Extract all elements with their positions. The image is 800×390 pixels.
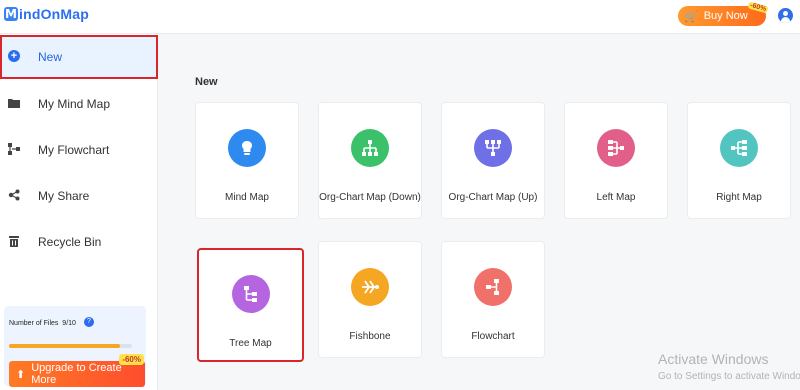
left-map-icon xyxy=(597,129,635,167)
right-map-icon xyxy=(720,129,758,167)
file-count-text: Number of Files 9/10 xyxy=(9,320,76,327)
sidebar-item-my-share[interactable]: My Share xyxy=(0,174,158,218)
upload-arrow-icon: ⬆ xyxy=(16,368,26,381)
tree-map-icon xyxy=(231,275,270,313)
sidebar: + New My Mind Map My Flowchart My Share … xyxy=(0,34,158,390)
activate-windows-subtitle: Go to Settings to activate Windows. xyxy=(658,371,800,382)
fishbone-icon xyxy=(351,268,389,306)
template-card-mind-map[interactable]: Mind Map xyxy=(195,102,299,219)
top-header: M indOnMap 🛒 Buy Now -60% xyxy=(0,0,800,34)
plus-circle-icon: + xyxy=(8,50,22,64)
upgrade-label: Upgrade to Create More xyxy=(31,362,122,386)
template-card-org-chart-down[interactable]: Org-Chart Map (Down) xyxy=(318,102,422,219)
logo-mark: M xyxy=(4,7,18,21)
template-label: Org-Chart Map (Down) xyxy=(319,192,421,203)
app-logo[interactable]: M indOnMap xyxy=(4,6,89,22)
sidebar-item-my-mind-map[interactable]: My Mind Map xyxy=(0,82,158,126)
template-label: Tree Map xyxy=(229,338,272,349)
template-label: Right Map xyxy=(716,192,762,203)
template-card-org-chart-up[interactable]: Org-Chart Map (Up) xyxy=(441,102,545,219)
discount-badge: -60% xyxy=(119,354,144,365)
cart-icon: 🛒 xyxy=(684,10,698,23)
file-quota-progress xyxy=(9,344,132,348)
sidebar-item-my-flowchart[interactable]: My Flowchart xyxy=(0,128,158,172)
activate-windows-title: Activate Windows xyxy=(658,351,769,367)
trash-icon xyxy=(8,235,22,249)
template-label: Left Map xyxy=(596,192,636,203)
org-chart-down-icon xyxy=(351,129,389,167)
template-label: Fishbone xyxy=(349,331,391,342)
buy-now-label: Buy Now xyxy=(703,10,748,22)
org-chart-up-icon xyxy=(474,129,512,167)
help-icon[interactable]: ? xyxy=(84,317,94,327)
share-icon xyxy=(8,189,22,203)
sidebar-item-label: My Flowchart xyxy=(38,143,110,157)
sidebar-item-label: My Share xyxy=(38,189,90,203)
template-card-left-map[interactable]: Left Map xyxy=(564,102,668,219)
folder-icon xyxy=(8,97,22,111)
sidebar-item-recycle-bin[interactable]: Recycle Bin xyxy=(0,220,158,264)
buy-now-button[interactable]: 🛒 Buy Now -60% xyxy=(678,1,769,26)
file-quota-panel: Number of Files 9/10 ? ⬆ Upgrade to Crea… xyxy=(4,306,146,387)
file-quota-progress-fill xyxy=(9,344,120,348)
template-label: Mind Map xyxy=(225,192,269,203)
template-card-tree-map[interactable]: Tree Map xyxy=(197,248,304,362)
template-card-right-map[interactable]: Right Map xyxy=(687,102,791,219)
flowchart-icon xyxy=(474,268,512,306)
sidebar-item-label: New xyxy=(38,50,63,64)
logo-text: indOnMap xyxy=(19,6,90,22)
brain-icon xyxy=(228,129,266,167)
user-avatar-icon[interactable] xyxy=(778,8,793,23)
sidebar-item-new[interactable]: + New xyxy=(0,35,158,79)
template-card-flowchart[interactable]: Flowchart xyxy=(441,241,545,358)
sidebar-item-label: My Mind Map xyxy=(38,97,111,111)
discount-badge: -60% xyxy=(747,1,769,14)
flowchart-icon xyxy=(8,143,22,157)
template-label: Org-Chart Map (Up) xyxy=(448,192,538,203)
section-title: New xyxy=(195,76,218,88)
template-label: Flowchart xyxy=(471,331,515,342)
sidebar-item-label: Recycle Bin xyxy=(38,235,102,249)
template-card-fishbone[interactable]: Fishbone xyxy=(318,241,422,358)
upgrade-button[interactable]: ⬆ Upgrade to Create More -60% xyxy=(9,354,145,387)
